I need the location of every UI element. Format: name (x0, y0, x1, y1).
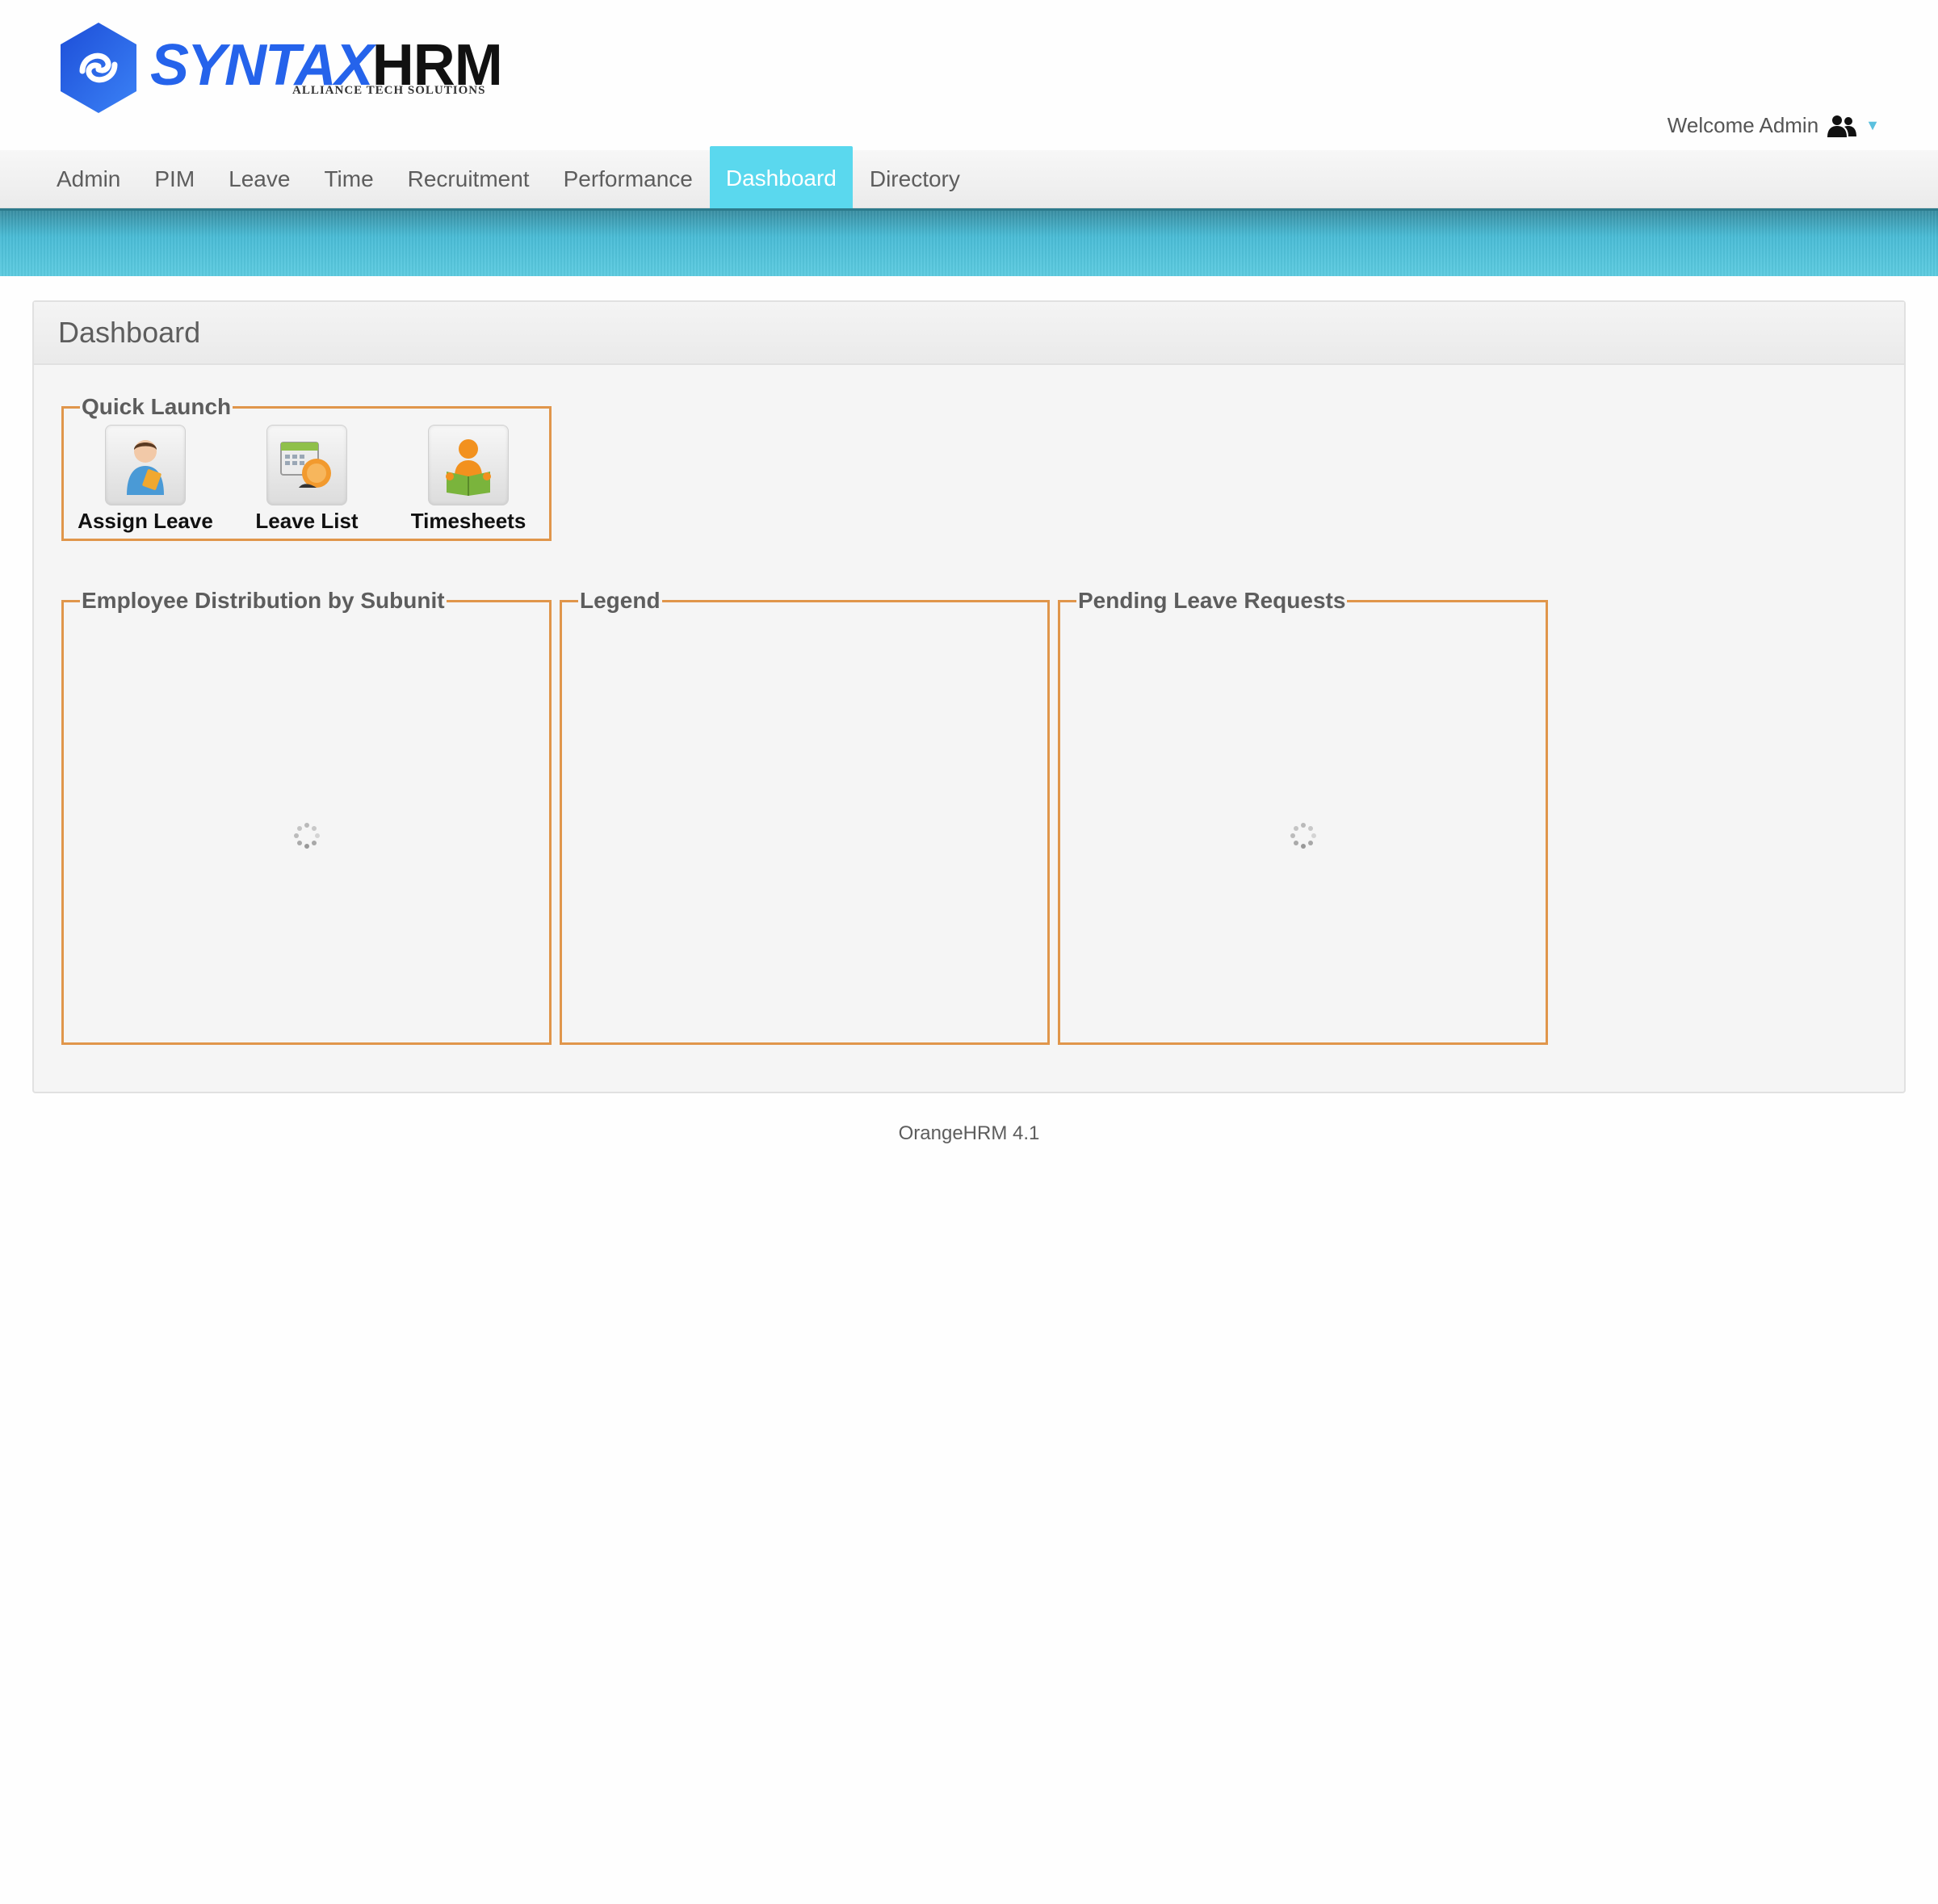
legend-box: Legend (560, 589, 1050, 1045)
quick-launch-timesheets[interactable]: Timesheets (388, 425, 549, 534)
dashboard-panel: Dashboard Quick Launch Assign Leave Leav… (32, 300, 1906, 1093)
timesheets-icon (428, 425, 509, 505)
page-title: Dashboard (58, 316, 201, 349)
quick-launch-leave-list[interactable]: Leave List (226, 425, 388, 534)
menu-item-admin[interactable]: Admin (40, 150, 137, 208)
menu-underbar (0, 208, 1938, 276)
welcome-text: Welcome Admin (1667, 113, 1819, 137)
panel-header: Dashboard (34, 302, 1904, 365)
menu-item-leave[interactable]: Leave (212, 150, 307, 208)
menu-item-directory[interactable]: Directory (853, 150, 977, 208)
menu-item-time[interactable]: Time (307, 150, 390, 208)
leave-list-label: Leave List (255, 509, 359, 533)
menu-item-recruitment[interactable]: Recruitment (391, 150, 547, 208)
pending-leave-requests-title: Pending Leave Requests (1078, 588, 1346, 613)
timesheets-label: Timesheets (410, 509, 526, 533)
syntaxhrm-logo[interactable]: SYNTAXHRM ALLIANCE TECH SOLUTIONS (57, 19, 503, 118)
legend-title: Legend (580, 588, 661, 613)
chevron-down-icon: ▼ (1865, 117, 1880, 133)
employee-distribution-title: Employee Distribution by Subunit (82, 588, 445, 613)
loading-spinner-icon (293, 822, 320, 849)
loading-spinner-icon (1290, 822, 1316, 849)
quick-launch-assign-leave[interactable]: Assign Leave (65, 425, 226, 534)
menu-item-pim[interactable]: PIM (137, 150, 212, 208)
menu-item-dashboard[interactable]: Dashboard (709, 146, 853, 211)
assign-leave-icon (105, 425, 186, 505)
main-menu: Admin PIM Leave Time Recruitment Perform… (0, 146, 1938, 211)
welcome-menu[interactable]: Welcome Admin ▼ (1667, 113, 1880, 138)
hexagon-logo-icon (61, 23, 136, 113)
logo-subtitle: ALLIANCE TECH SOLUTIONS (292, 84, 486, 97)
pending-leave-requests-box: Pending Leave Requests (1058, 589, 1548, 1045)
quick-launch-title: Quick Launch (82, 394, 232, 419)
quick-launch-box: Quick Launch Assign Leave Leave List Tim… (61, 396, 552, 541)
assign-leave-label: Assign Leave (78, 509, 213, 533)
menu-item-performance[interactable]: Performance (547, 150, 710, 208)
leave-list-icon (266, 425, 347, 505)
employee-distribution-box: Employee Distribution by Subunit (61, 589, 552, 1045)
header: SYNTAXHRM ALLIANCE TECH SOLUTIONS Welcom… (0, 0, 1938, 150)
users-icon (1827, 115, 1857, 137)
footer-version: OrangeHRM 4.1 (898, 1122, 1040, 1144)
